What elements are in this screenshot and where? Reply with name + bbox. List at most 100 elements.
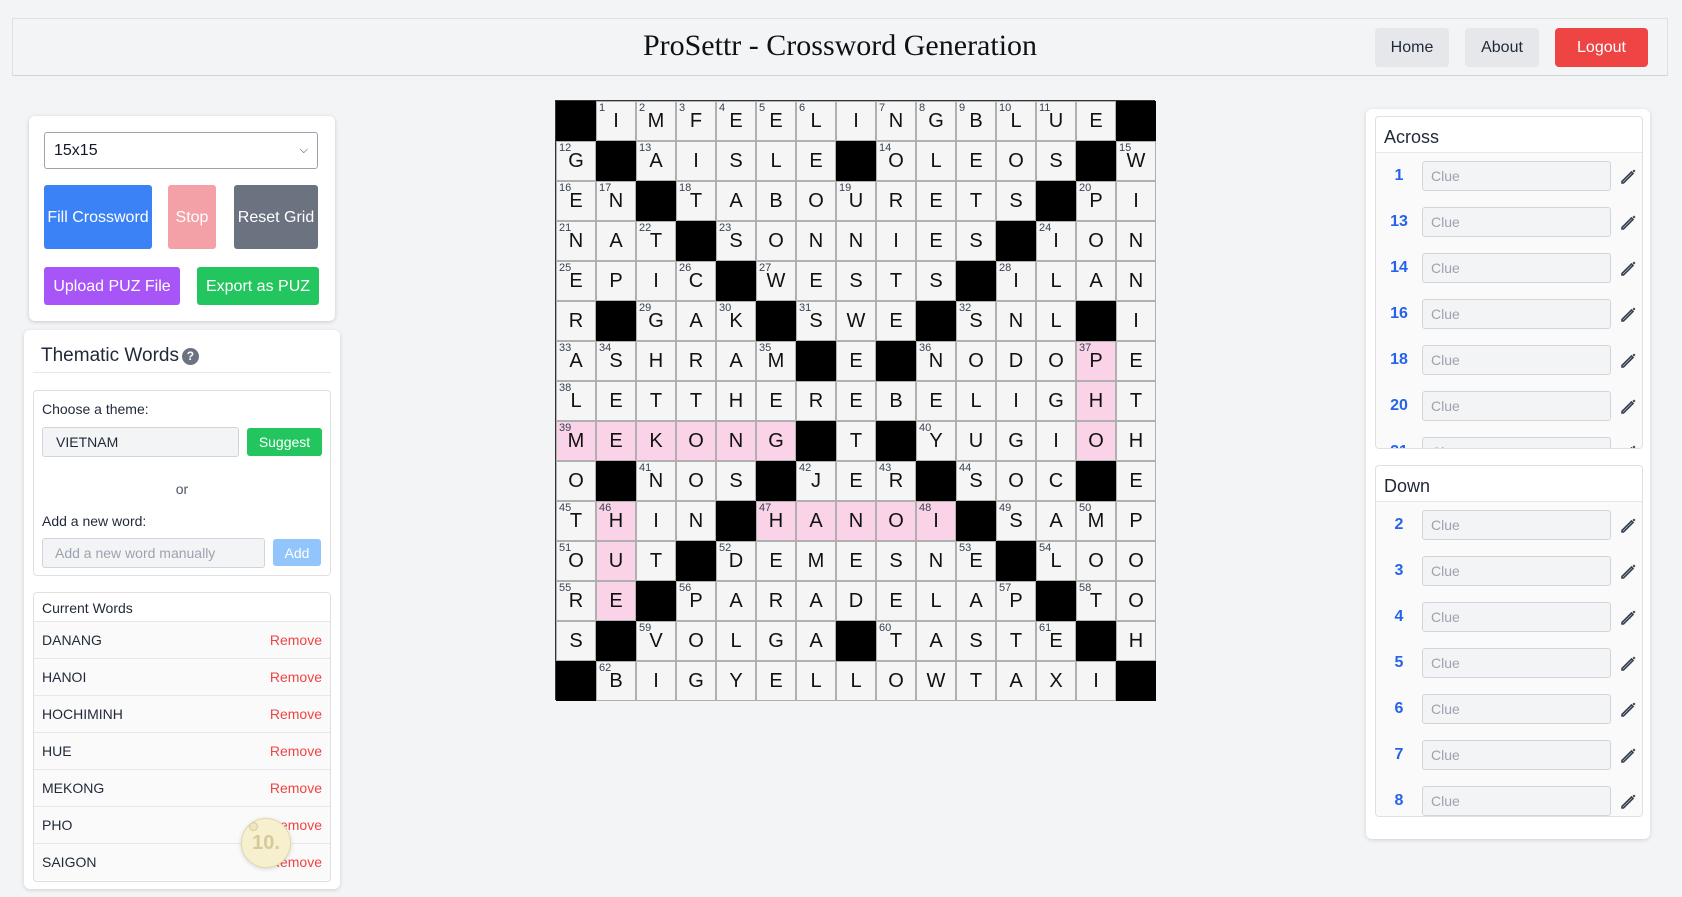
- grid-cell[interactable]: H: [716, 381, 756, 421]
- grid-cell[interactable]: 6L: [796, 101, 836, 141]
- grid-cell[interactable]: A: [996, 661, 1036, 701]
- grid-cell[interactable]: A: [796, 581, 836, 621]
- grid-cell[interactable]: S: [996, 181, 1036, 221]
- grid-cell[interactable]: R: [876, 181, 916, 221]
- grid-cell[interactable]: L: [916, 581, 956, 621]
- grid-block[interactable]: [956, 261, 996, 301]
- grid-cell[interactable]: 3F: [676, 101, 716, 141]
- grid-cell[interactable]: 47 H: [756, 501, 796, 541]
- grid-cell[interactable]: T: [636, 541, 676, 581]
- grid-cell[interactable]: I: [1036, 421, 1076, 461]
- grid-cell[interactable]: L: [1036, 301, 1076, 341]
- grid-cell[interactable]: C: [1036, 461, 1076, 501]
- grid-block[interactable]: [676, 541, 716, 581]
- clue-input[interactable]: Clue: [1422, 556, 1611, 586]
- grid-cell[interactable]: E: [596, 381, 636, 421]
- grid-cell[interactable]: S: [1036, 141, 1076, 181]
- grid-cell[interactable]: 33 A: [556, 341, 596, 381]
- grid-cell[interactable]: P: [596, 261, 636, 301]
- grid-cell[interactable]: O: [756, 221, 796, 261]
- grid-cell[interactable]: E: [836, 541, 876, 581]
- grid-cell[interactable]: 28 I: [996, 261, 1036, 301]
- grid-cell[interactable]: 35 M: [756, 341, 796, 381]
- grid-cell[interactable]: 4E: [716, 101, 756, 141]
- grid-cell[interactable]: 62 B: [596, 661, 636, 701]
- grid-block[interactable]: [716, 261, 756, 301]
- grid-cell[interactable]: O: [1076, 541, 1116, 581]
- grid-cell[interactable]: 26 C: [676, 261, 716, 301]
- grid-cell[interactable]: L: [916, 141, 956, 181]
- grid-cell[interactable]: L: [756, 141, 796, 181]
- grid-cell[interactable]: 56 P: [676, 581, 716, 621]
- grid-cell[interactable]: 18 T: [676, 181, 716, 221]
- pencil-icon[interactable]: [1618, 212, 1638, 232]
- grid-cell[interactable]: B: [876, 381, 916, 421]
- grid-cell[interactable]: W: [916, 661, 956, 701]
- grid-block[interactable]: [636, 181, 676, 221]
- pencil-icon[interactable]: [1618, 791, 1638, 811]
- remove-word-link[interactable]: Remove: [270, 706, 322, 722]
- grid-cell[interactable]: S: [956, 621, 996, 661]
- pencil-icon[interactable]: [1618, 653, 1638, 673]
- grid-cell[interactable]: T: [876, 261, 916, 301]
- grid-cell[interactable]: 46 H: [596, 501, 636, 541]
- grid-cell[interactable]: E: [1076, 101, 1116, 141]
- grid-block[interactable]: [916, 301, 956, 341]
- grid-cell[interactable]: E: [596, 581, 636, 621]
- grid-cell[interactable]: A: [716, 581, 756, 621]
- grid-cell[interactable]: 31 S: [796, 301, 836, 341]
- grid-cell[interactable]: 30 K: [716, 301, 756, 341]
- grid-cell[interactable]: K: [636, 421, 676, 461]
- grid-cell[interactable]: A: [796, 501, 836, 541]
- stop-button[interactable]: Stop: [168, 185, 216, 249]
- grid-cell[interactable]: O: [1116, 541, 1156, 581]
- grid-block[interactable]: [556, 661, 596, 701]
- grid-cell[interactable]: I: [636, 501, 676, 541]
- clue-input[interactable]: Clue: [1422, 253, 1611, 283]
- home-button[interactable]: Home: [1375, 28, 1449, 67]
- grid-cell[interactable]: I: [836, 101, 876, 141]
- grid-block[interactable]: [1076, 461, 1116, 501]
- grid-cell[interactable]: A: [956, 581, 996, 621]
- grid-cell[interactable]: S: [916, 261, 956, 301]
- grid-cell[interactable]: E: [916, 181, 956, 221]
- grid-cell[interactable]: 12 G: [556, 141, 596, 181]
- grid-cell[interactable]: 29 G: [636, 301, 676, 341]
- grid-block[interactable]: [996, 541, 1036, 581]
- grid-block[interactable]: [876, 421, 916, 461]
- grid-cell[interactable]: 34 S: [596, 341, 636, 381]
- grid-cell[interactable]: 5E: [756, 101, 796, 141]
- grid-block[interactable]: [596, 301, 636, 341]
- grid-cell[interactable]: I: [996, 381, 1036, 421]
- add-word-button[interactable]: Add: [273, 539, 321, 566]
- pencil-icon[interactable]: [1618, 396, 1638, 416]
- grid-cell[interactable]: 55 R: [556, 581, 596, 621]
- grid-cell[interactable]: E: [916, 221, 956, 261]
- grid-cell[interactable]: 60 T: [876, 621, 916, 661]
- export-puz-button[interactable]: Export as PUZ: [197, 267, 319, 305]
- grid-cell[interactable]: U: [956, 421, 996, 461]
- grid-cell[interactable]: O: [796, 181, 836, 221]
- grid-block[interactable]: [596, 141, 636, 181]
- grid-cell[interactable]: O: [1076, 221, 1116, 261]
- grid-cell[interactable]: 27 W: [756, 261, 796, 301]
- grid-cell[interactable]: E: [596, 421, 636, 461]
- grid-cell[interactable]: 48 I: [916, 501, 956, 541]
- grid-cell[interactable]: 40 Y: [916, 421, 956, 461]
- grid-cell[interactable]: E: [796, 261, 836, 301]
- clue-input[interactable]: Clue: [1422, 786, 1611, 816]
- grid-cell[interactable]: O: [676, 421, 716, 461]
- grid-cell[interactable]: N: [836, 221, 876, 261]
- grid-cell[interactable]: 32 S: [956, 301, 996, 341]
- grid-cell[interactable]: L: [1036, 261, 1076, 301]
- grid-cell[interactable]: 37 P: [1076, 341, 1116, 381]
- grid-cell[interactable]: 45 T: [556, 501, 596, 541]
- grid-block[interactable]: [996, 221, 1036, 261]
- floating-badge-button[interactable]: 10.: [241, 818, 291, 868]
- grid-cell[interactable]: O: [676, 621, 716, 661]
- grid-block[interactable]: [636, 581, 676, 621]
- reset-grid-button[interactable]: Reset Grid: [234, 185, 318, 249]
- grid-cell[interactable]: 9B: [956, 101, 996, 141]
- grid-cell[interactable]: 1I: [596, 101, 636, 141]
- grid-cell[interactable]: O: [556, 461, 596, 501]
